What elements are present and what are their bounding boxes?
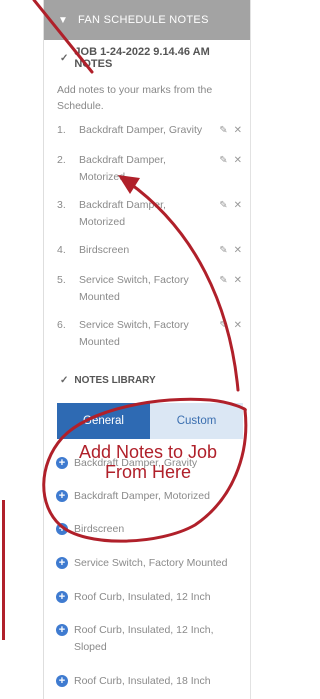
library-item[interactable]: + Backdraft Damper, Motorized bbox=[56, 488, 246, 505]
note-text: Backdraft Damper, Motorized bbox=[79, 199, 166, 228]
library-item-label: Service Switch, Factory Mounted bbox=[74, 557, 228, 569]
close-icon[interactable]: ✕ bbox=[234, 197, 242, 214]
pencil-icon[interactable]: ✎ bbox=[219, 122, 227, 139]
job-notes-header[interactable]: ✓ JOB 1-24-2022 9.14.46 AM NOTES bbox=[44, 45, 250, 71]
pencil-icon[interactable]: ✎ bbox=[219, 152, 227, 169]
notes-library-title: NOTES LIBRARY bbox=[74, 374, 156, 386]
library-item-label: Roof Curb, Insulated, 12 Inch, Sloped bbox=[74, 624, 214, 653]
close-icon[interactable]: ✕ bbox=[234, 272, 242, 289]
plus-circle-icon[interactable]: + bbox=[56, 523, 68, 535]
annotation-text: Add Notes to Job From Here bbox=[48, 442, 248, 482]
fan-schedule-notes-title: FAN SCHEDULE NOTES bbox=[78, 14, 209, 26]
note-text: Service Switch, Factory Mounted bbox=[79, 274, 189, 303]
note-number: 5. bbox=[57, 274, 66, 286]
library-item[interactable]: + Birdscreen bbox=[56, 521, 246, 538]
chevron-down-icon: ✓ bbox=[60, 374, 69, 386]
library-item[interactable]: + Roof Curb, Insulated, 12 Inch, Sloped bbox=[56, 622, 246, 656]
note-row: 2. Backdraft Damper, Motorized ✎ ✕ bbox=[44, 152, 250, 186]
note-row: 3. Backdraft Damper, Motorized ✎ ✕ bbox=[44, 197, 250, 231]
intro-text: Add notes to your marks from the Schedul… bbox=[57, 84, 213, 112]
plus-circle-icon[interactable]: + bbox=[56, 624, 68, 636]
note-number: 6. bbox=[57, 319, 66, 331]
plus-circle-icon[interactable]: + bbox=[56, 557, 68, 569]
note-row: 4. Birdscreen ✎ ✕ bbox=[44, 242, 250, 259]
close-icon[interactable]: ✕ bbox=[234, 242, 242, 259]
right-divider bbox=[250, 0, 251, 699]
library-item-label: Backdraft Damper, Motorized bbox=[74, 490, 210, 502]
red-accent-bar bbox=[2, 500, 5, 640]
tab-custom[interactable]: Custom bbox=[150, 403, 243, 439]
note-text: Backdraft Damper, Motorized bbox=[79, 154, 166, 183]
close-icon[interactable]: ✕ bbox=[234, 317, 242, 334]
close-icon[interactable]: ✕ bbox=[234, 152, 242, 169]
note-row: 1. Backdraft Damper, Gravity ✎ ✕ bbox=[44, 122, 250, 139]
library-item-label: Roof Curb, Insulated, 12 Inch bbox=[74, 591, 211, 603]
note-number: 3. bbox=[57, 199, 66, 211]
library-item[interactable]: + Service Switch, Factory Mounted bbox=[56, 555, 246, 572]
pencil-icon[interactable]: ✎ bbox=[219, 242, 227, 259]
notes-panel: ▼ FAN SCHEDULE NOTES ✓ JOB 1-24-2022 9.1… bbox=[44, 0, 250, 699]
library-item-label: Roof Curb, Insulated, 18 Inch bbox=[74, 675, 211, 687]
plus-circle-icon[interactable]: + bbox=[56, 591, 68, 603]
note-text: Service Switch, Factory Mounted bbox=[79, 319, 189, 348]
note-row: 5. Service Switch, Factory Mounted ✎ ✕ bbox=[44, 272, 250, 306]
pencil-icon[interactable]: ✎ bbox=[219, 317, 227, 334]
library-item-label: Birdscreen bbox=[74, 523, 125, 535]
library-item[interactable]: + Roof Curb, Insulated, 18 Inch bbox=[56, 673, 246, 690]
annotation-line-1: Add Notes to Job bbox=[78, 442, 218, 462]
chevron-down-icon: ✓ bbox=[60, 52, 69, 64]
note-number: 4. bbox=[57, 244, 66, 256]
job-notes-title: JOB 1-24-2022 9.14.46 AM NOTES bbox=[74, 46, 210, 70]
fan-schedule-notes-header[interactable]: ▼ FAN SCHEDULE NOTES bbox=[44, 0, 250, 40]
annotation-line-2: From Here bbox=[104, 462, 191, 482]
chevron-down-icon: ▼ bbox=[58, 14, 69, 26]
pencil-icon[interactable]: ✎ bbox=[219, 272, 227, 289]
plus-circle-icon[interactable]: + bbox=[56, 675, 68, 687]
note-number: 2. bbox=[57, 154, 66, 166]
close-icon[interactable]: ✕ bbox=[234, 122, 242, 139]
notes-library-header[interactable]: ✓ NOTES LIBRARY bbox=[44, 370, 250, 390]
library-item[interactable]: + Roof Curb, Insulated, 12 Inch bbox=[56, 589, 246, 606]
pencil-icon[interactable]: ✎ bbox=[219, 197, 227, 214]
tab-general[interactable]: General bbox=[57, 403, 150, 439]
note-row: 6. Service Switch, Factory Mounted ✎ ✕ bbox=[44, 317, 250, 351]
note-text: Backdraft Damper, Gravity bbox=[79, 124, 203, 136]
note-number: 1. bbox=[57, 124, 66, 136]
plus-circle-icon[interactable]: + bbox=[56, 490, 68, 502]
note-text: Birdscreen bbox=[79, 244, 130, 256]
library-tabs: General Custom bbox=[57, 403, 243, 439]
